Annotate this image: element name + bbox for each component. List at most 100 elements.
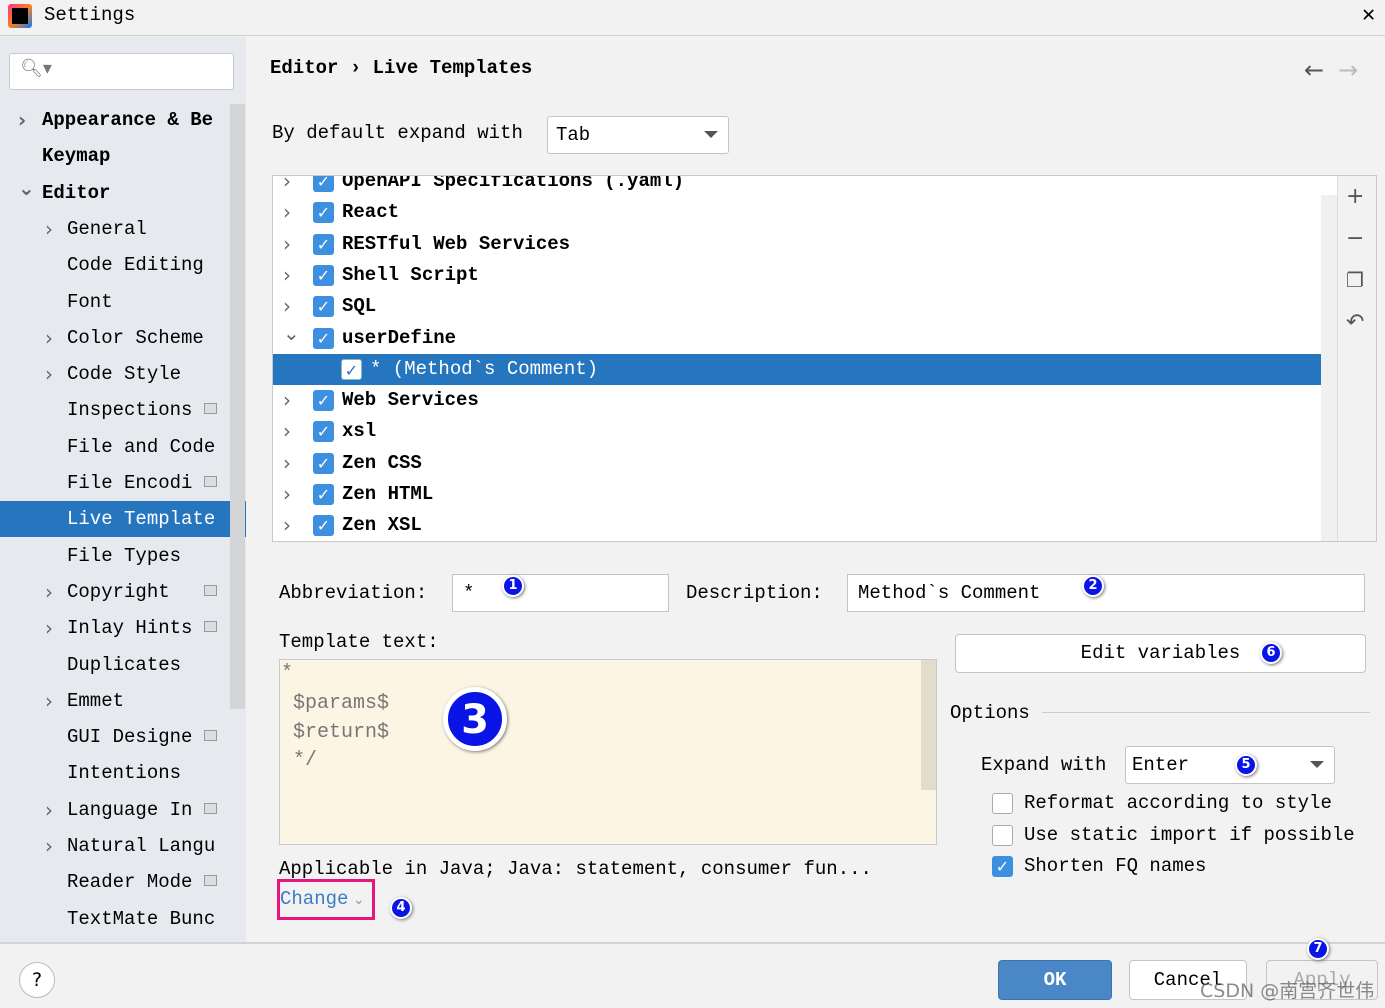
- tree-row[interactable]: › ✓ Zen XSL: [273, 510, 1337, 541]
- chevron-right-icon[interactable]: ›: [45, 792, 53, 828]
- sidebar-item[interactable]: Duplicates: [0, 647, 230, 683]
- chevron-right-icon[interactable]: ›: [283, 229, 291, 260]
- sidebar-item[interactable]: › Inlay Hints: [0, 610, 230, 646]
- chevron-right-icon[interactable]: ›: [283, 510, 291, 541]
- checkbox[interactable]: ✓: [313, 421, 334, 443]
- forward-arrow-icon[interactable]: →: [1338, 56, 1358, 84]
- copy-icon[interactable]: ❐: [1346, 268, 1364, 292]
- checkbox[interactable]: ✓: [313, 390, 334, 412]
- close-icon[interactable]: ✕: [1362, 2, 1375, 28]
- sidebar-item[interactable]: Code Editing: [0, 247, 230, 283]
- chevron-right-icon[interactable]: ›: [45, 211, 53, 247]
- sidebar-item[interactable]: GUI Designe: [0, 719, 230, 755]
- help-button[interactable]: ?: [19, 962, 55, 998]
- option-checkbox[interactable]: [992, 793, 1013, 814]
- sidebar-item[interactable]: Intentions: [0, 755, 230, 791]
- sidebar-item[interactable]: File and Code: [0, 429, 230, 465]
- expand-with-dropdown[interactable]: Enter: [1125, 746, 1335, 784]
- chevron-right-icon[interactable]: ›: [45, 610, 53, 646]
- checkbox[interactable]: ✓: [313, 484, 334, 505]
- checkbox[interactable]: ✓: [313, 264, 334, 286]
- chevron-right-icon[interactable]: ›: [283, 416, 291, 447]
- tree-row[interactable]: › ✓ Zen CSS: [273, 448, 1337, 479]
- chevron-right-icon[interactable]: ›: [45, 356, 53, 392]
- navigation: ← →: [1304, 56, 1358, 84]
- chevron-right-icon[interactable]: ›: [45, 828, 53, 864]
- option-checkbox[interactable]: [992, 824, 1013, 846]
- checkbox[interactable]: ✓: [313, 296, 334, 318]
- tree-row[interactable]: › ✓ Zen HTML: [273, 479, 1337, 510]
- sidebar-item[interactable]: Keymap: [0, 138, 230, 174]
- option-label[interactable]: Reformat according to style: [1024, 792, 1332, 814]
- sidebar-item-label: Inlay Hints: [67, 617, 193, 640]
- checkbox[interactable]: ✓: [313, 176, 334, 192]
- sidebar-item[interactable]: Inspections: [0, 392, 230, 428]
- restore-icon[interactable]: ↶: [1346, 310, 1364, 335]
- chevron-right-icon[interactable]: ›: [45, 574, 53, 610]
- chevron-right-icon[interactable]: ›: [283, 385, 291, 416]
- checkbox[interactable]: ✓: [341, 358, 362, 380]
- sidebar-item-label: File Types: [67, 544, 182, 567]
- checkbox[interactable]: ✓: [313, 202, 334, 224]
- sidebar-item[interactable]: File Types: [0, 538, 230, 574]
- chevron-right-icon[interactable]: ›: [283, 479, 291, 510]
- checkbox[interactable]: ✓: [313, 515, 334, 537]
- option-label[interactable]: Shorten FQ names: [1024, 855, 1206, 877]
- sidebar-item[interactable]: ⌄ Editor: [0, 175, 230, 211]
- tree-scrollbar[interactable]: [1321, 195, 1337, 541]
- back-arrow-icon[interactable]: ←: [1304, 56, 1324, 84]
- sidebar-item[interactable]: TextMate Bunc: [0, 901, 230, 937]
- chevron-right-icon[interactable]: ›: [283, 260, 291, 291]
- sidebar-item[interactable]: Font: [0, 284, 230, 320]
- sidebar-scrollbar[interactable]: [230, 104, 245, 709]
- tree-row[interactable]: › ✓ React: [273, 197, 1337, 228]
- chevron-right-icon[interactable]: ›: [18, 102, 26, 138]
- template-scrollbar[interactable]: [921, 660, 936, 790]
- checkbox[interactable]: ✓: [313, 452, 334, 474]
- tree-row[interactable]: › ✓ SQL: [273, 291, 1337, 322]
- sidebar-item[interactable]: › Appearance & Be: [0, 102, 230, 138]
- remove-icon[interactable]: −: [1346, 226, 1364, 251]
- ok-button[interactable]: OK: [998, 960, 1112, 1000]
- add-icon[interactable]: +: [1346, 184, 1364, 209]
- tree-row[interactable]: ⌄ ✓ userDefine: [273, 321, 1337, 354]
- tree-row[interactable]: › ✓ RESTful Web Services: [273, 229, 1337, 260]
- option-checkbox[interactable]: ✓: [992, 856, 1013, 877]
- description-input[interactable]: Method`s Comment: [847, 574, 1365, 612]
- sidebar-item[interactable]: Reader Mode: [0, 864, 230, 900]
- tree-row-label: OpenAPI Specifications (.yaml): [342, 175, 685, 192]
- edit-variables-button[interactable]: Edit variables: [955, 634, 1366, 673]
- template-text-editor[interactable]: * $params$ $return$ */: [279, 659, 937, 845]
- chevron-down-icon[interactable]: ⌄: [18, 175, 35, 206]
- expand-dropdown[interactable]: Tab: [547, 116, 729, 154]
- tree-row[interactable]: › ✓ Web Services: [273, 385, 1337, 416]
- tree-row[interactable]: › ✓ OpenAPI Specifications (.yaml): [273, 175, 1337, 197]
- checkbox[interactable]: ✓: [313, 233, 334, 255]
- breadcrumb-parent[interactable]: Editor: [270, 57, 338, 79]
- sidebar-item[interactable]: › Copyright: [0, 574, 230, 610]
- option-label[interactable]: Use static import if possible: [1024, 824, 1355, 846]
- tree-row[interactable]: ✓ * (Method`s Comment): [273, 353, 1337, 385]
- tree-row[interactable]: › ✓ xsl: [273, 416, 1337, 447]
- sidebar-item[interactable]: File Encodi: [0, 465, 230, 501]
- sidebar-item[interactable]: › Code Style: [0, 356, 230, 392]
- sidebar-item-label: Copyright: [67, 580, 170, 603]
- search-input[interactable]: 🔍︎▾: [9, 53, 234, 90]
- sidebar-item[interactable]: › Language In: [0, 792, 230, 828]
- chevron-right-icon[interactable]: ›: [283, 448, 291, 479]
- change-link[interactable]: Change ⌄: [280, 888, 365, 910]
- tree-row[interactable]: › ✓ Shell Script: [273, 260, 1337, 291]
- sidebar-item[interactable]: › Emmet: [0, 683, 230, 719]
- chevron-right-icon[interactable]: ›: [45, 683, 53, 719]
- chevron-right-icon[interactable]: ›: [283, 176, 291, 197]
- chevron-right-icon[interactable]: ›: [45, 320, 53, 356]
- chevron-down-icon[interactable]: ⌄: [283, 318, 300, 349]
- sidebar-item[interactable]: › General: [0, 211, 230, 247]
- annotation-badge: 3: [443, 687, 507, 751]
- chevron-right-icon[interactable]: ›: [283, 197, 291, 228]
- checkbox[interactable]: ✓: [313, 327, 334, 349]
- sidebar-item[interactable]: › Color Scheme: [0, 320, 230, 356]
- sidebar-item[interactable]: Live Template: [0, 501, 246, 538]
- abbreviation-input[interactable]: *: [452, 574, 669, 612]
- sidebar-item[interactable]: › Natural Langu: [0, 828, 230, 864]
